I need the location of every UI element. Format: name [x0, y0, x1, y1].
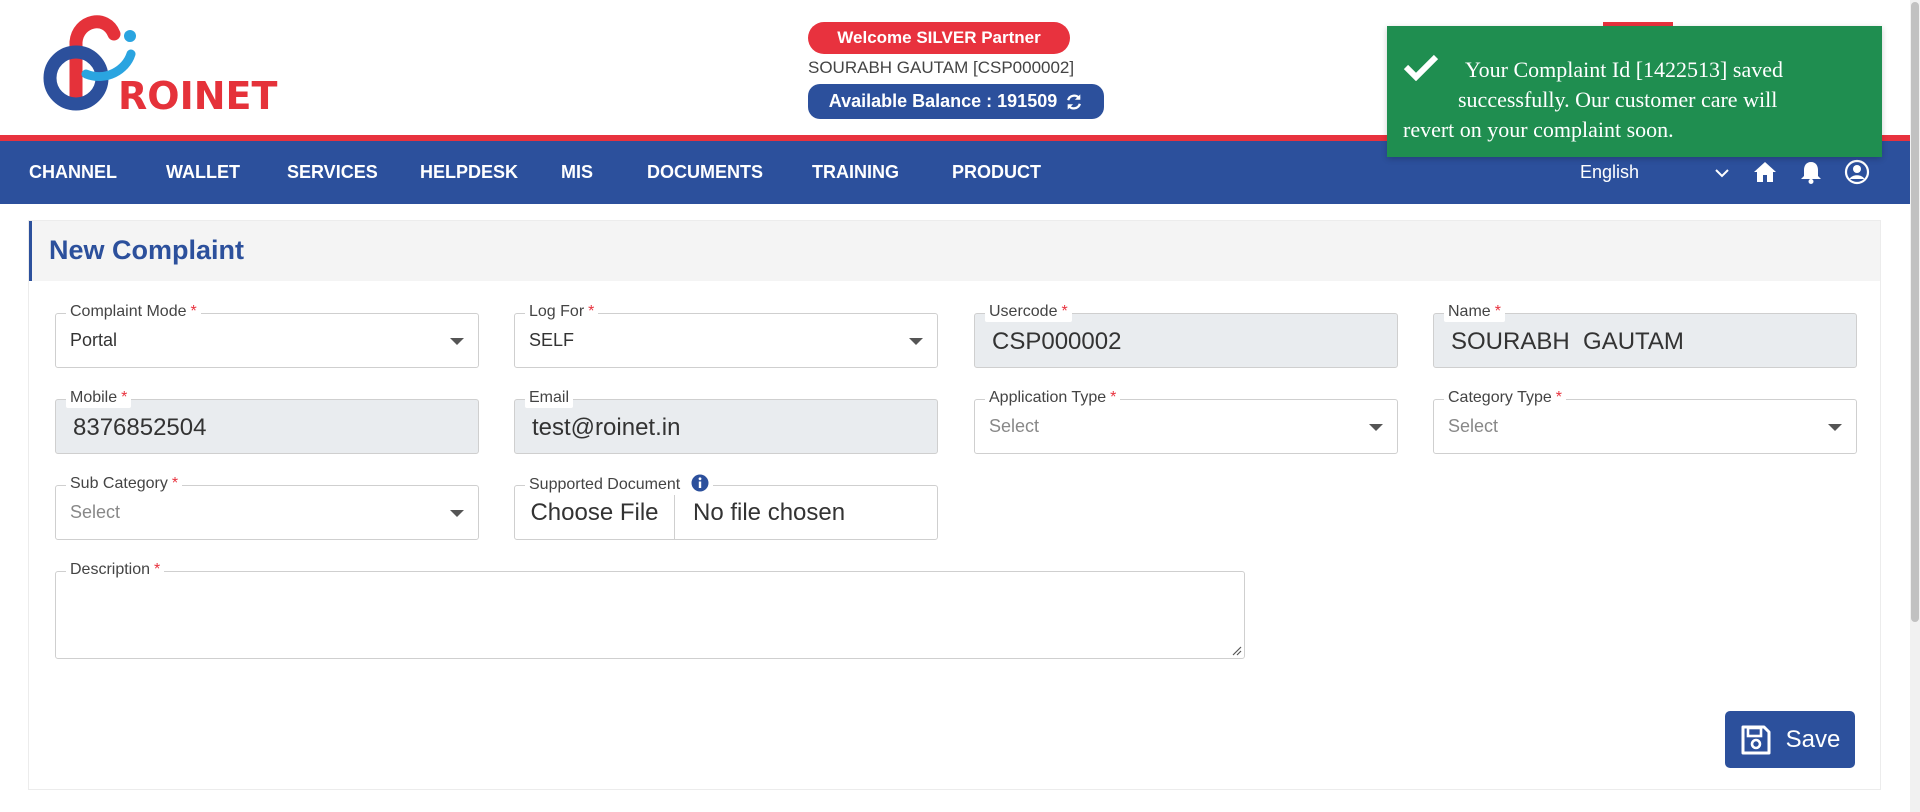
email-label: Email: [525, 388, 574, 408]
file-status: No file chosen: [693, 499, 846, 526]
save-button[interactable]: Save: [1725, 711, 1855, 768]
mobile-value: 8376852504: [73, 414, 207, 441]
log-for-value: SELF: [529, 330, 575, 350]
balance-text: Available Balance : 191509: [828, 91, 1058, 111]
name-label: Name *: [1444, 302, 1505, 322]
sub-category-select[interactable]: Sub Category * Select: [55, 474, 479, 540]
user-profile-icon[interactable]: [1844, 159, 1870, 185]
description-textarea[interactable]: Description *: [55, 560, 1245, 659]
complaint-mode-select[interactable]: Complaint Mode * Portal: [55, 302, 479, 368]
language-value: English: [1580, 162, 1640, 182]
roinet-logo[interactable]: ROINET: [26, 12, 277, 122]
nav-channel[interactable]: CHANNEL: [29, 141, 117, 204]
category-type-value: Select: [1448, 416, 1499, 436]
partner-badge: Welcome SILVER Partner: [808, 22, 1070, 54]
complaint-mode-value: Portal: [70, 330, 118, 350]
mobile-label: Mobile *: [66, 388, 132, 408]
page-title: New Complaint: [49, 235, 245, 265]
nav-services[interactable]: SERVICES: [287, 141, 378, 204]
category-type-select[interactable]: Category Type * Select: [1433, 388, 1857, 454]
nav-helpdesk[interactable]: HELPDESK: [420, 141, 518, 204]
user-identity: SOURABH GAUTAM [CSP000002]: [808, 58, 1075, 77]
chevron-down-icon: [1715, 168, 1729, 177]
page-scrollbar[interactable]: [1910, 0, 1920, 812]
application-type-value: Select: [989, 416, 1040, 436]
log-for-label: Log For *: [525, 302, 599, 322]
toast-message-line3: revert on your complaint soon.: [1403, 117, 1674, 142]
caret-down-icon: [450, 510, 464, 517]
scrollbar-thumb[interactable]: [1911, 2, 1919, 622]
save-disk-icon: [1741, 725, 1771, 754]
nav-wallet[interactable]: WALLET: [166, 141, 240, 204]
email-value: test@roinet.in: [532, 414, 681, 441]
nav-documents[interactable]: DOCUMENTS: [647, 141, 763, 204]
mobile-field: Mobile * 8376852504: [55, 388, 479, 454]
logo-text: ROINET: [118, 74, 278, 118]
toast-message-line2: successfully. Our customer care will: [1458, 87, 1778, 112]
usercode-value: CSP000002: [992, 328, 1122, 355]
resize-handle-icon[interactable]: [1230, 644, 1242, 656]
name-value: SOURABH GAUTAM: [1451, 328, 1684, 355]
bell-icon[interactable]: [1798, 159, 1824, 185]
checkmark-icon: [1403, 54, 1439, 81]
caret-down-icon: [1369, 424, 1383, 431]
card-header: New Complaint: [29, 221, 1880, 281]
success-toast[interactable]: Your Complaint Id [1422513] saved succes…: [1387, 26, 1882, 157]
description-label: Description *: [66, 560, 165, 580]
nav-mis[interactable]: MIS: [561, 141, 593, 204]
supported-document-label: Supported Document: [525, 474, 713, 495]
log-for-select[interactable]: Log For * SELF: [514, 302, 938, 368]
sub-category-label: Sub Category *: [66, 474, 183, 494]
sub-category-value: Select: [70, 502, 121, 522]
toast-message-line1: Your Complaint Id [1422513] saved: [1465, 57, 1783, 82]
usercode-field: Usercode * CSP000002: [974, 302, 1398, 368]
refresh-icon[interactable]: [1065, 93, 1083, 111]
nav-training[interactable]: TRAINING: [812, 141, 899, 204]
home-icon[interactable]: [1752, 159, 1778, 185]
name-field: Name * SOURABH GAUTAM: [1433, 302, 1857, 368]
balance-badge[interactable]: Available Balance : 191509: [808, 84, 1104, 119]
new-complaint-card: New Complaint Complaint Mode * Portal Log…: [28, 220, 1881, 790]
save-label: Save: [1785, 725, 1841, 753]
application-type-label: Application Type *: [985, 388, 1121, 408]
category-type-label: Category Type *: [1444, 388, 1566, 408]
email-field: Email test@roinet.in: [514, 388, 938, 454]
caret-down-icon: [909, 338, 923, 345]
complaint-mode-label: Complaint Mode *: [66, 302, 201, 322]
nav-product[interactable]: PRODUCT: [952, 141, 1041, 204]
supported-document-input[interactable]: Supported Document Choose File No file c…: [514, 474, 938, 540]
usercode-label: Usercode *: [985, 302, 1072, 322]
caret-down-icon: [450, 338, 464, 345]
application-type-select[interactable]: Application Type * Select: [974, 388, 1398, 454]
caret-down-icon: [1828, 424, 1842, 431]
info-icon[interactable]: [691, 474, 709, 492]
